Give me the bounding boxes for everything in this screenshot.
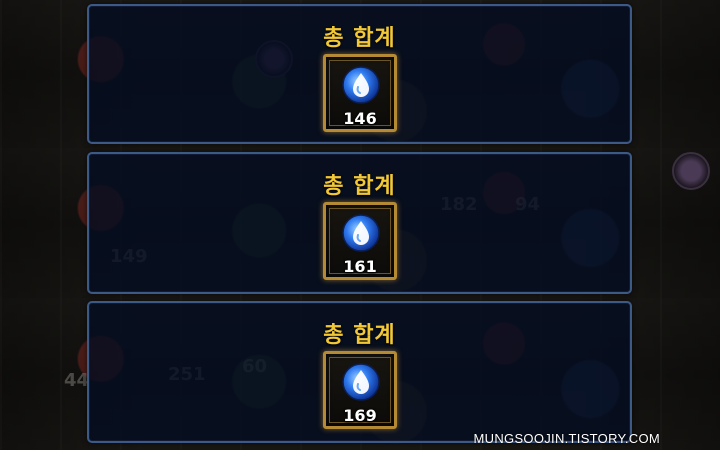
reward-total-panel: 총 합계 169 (87, 301, 632, 443)
reward-count: 146 (343, 109, 377, 128)
reward-item-slot[interactable]: 146 (323, 54, 397, 132)
reward-count: 161 (343, 257, 377, 276)
water-drop-icon (342, 66, 380, 104)
background-character-icon (672, 152, 710, 190)
reward-item-slot[interactable]: 161 (323, 202, 397, 280)
reward-count: 169 (343, 406, 377, 425)
panel-title: 총 합계 (323, 26, 396, 51)
panel-title: 총 합계 (323, 323, 396, 348)
reward-total-panel: 총 합계 146 (87, 4, 632, 144)
background-number: 44 (64, 370, 90, 391)
water-drop-icon (342, 363, 380, 401)
water-drop-icon (342, 214, 380, 252)
panel-title: 총 합계 (323, 174, 396, 199)
reward-total-panel: 총 합계 161 (87, 152, 632, 294)
watermark-text: MUNGSOOJIN.TISTORY.COM (473, 431, 660, 446)
reward-item-slot[interactable]: 169 (323, 351, 397, 429)
